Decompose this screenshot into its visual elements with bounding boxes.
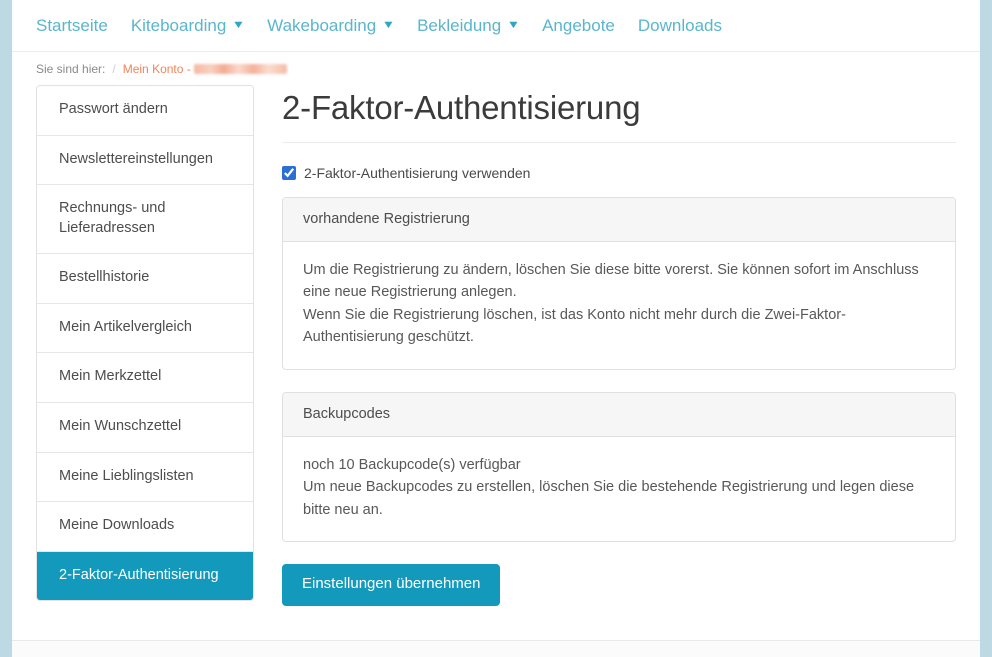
redacted-email xyxy=(193,64,287,74)
main-panel: 2-Faktor-Authentisierung 2-Faktor-Authen… xyxy=(254,85,956,640)
sidebar-item-passwort-aendern[interactable]: Passwort ändern xyxy=(37,86,253,136)
existing-registration-panel: vorhandene Registrierung Um die Registri… xyxy=(282,196,956,370)
panel-text-line: Wenn Sie die Registrierung löschen, ist … xyxy=(303,306,846,346)
sidebar-item-meine-lieblingslisten[interactable]: Meine Lieblingslisten xyxy=(37,452,253,503)
nav-item-label: Startseite xyxy=(36,16,108,35)
nav-item-label: Wakeboarding xyxy=(267,16,377,35)
sidebar-item-label: Mein Artikelvergleich xyxy=(59,318,192,335)
footer-divider xyxy=(12,639,980,657)
sidebar-item-label: Rechnungs- und Lieferadressen xyxy=(59,200,166,236)
panel-body: Um die Registrierung zu ändern, löschen … xyxy=(283,242,955,369)
panel-heading: Backupcodes xyxy=(283,392,955,437)
sidebar-item-rechnungs-und-lieferadressen[interactable]: Rechnungs- und Lieferadressen xyxy=(37,185,253,255)
sidebar-item-label: Meine Downloads xyxy=(59,517,175,534)
two-factor-toggle-row: 2-Faktor-Authentisierung verwenden xyxy=(282,165,956,181)
sidebar-item-label: Meine Lieblingslisten xyxy=(59,467,194,484)
sidebar-item-2-faktor-authentisierung[interactable]: 2-Faktor-Authentisierung xyxy=(37,551,253,601)
nav-item-label: Kiteboarding xyxy=(130,16,227,35)
panel-text-line: Um neue Backupcodes zu erstellen, lösche… xyxy=(303,479,915,518)
sidebar-item-mein-wunschzettel[interactable]: Mein Wunschzettel xyxy=(37,402,253,453)
sidebar-item-label: Bestellhistorie xyxy=(59,269,150,286)
panel-text-line: Um die Registrierung zu ändern, löschen … xyxy=(303,261,919,301)
sidebar-item-newslettereinstellungen[interactable]: Newslettereinstellungen xyxy=(37,135,253,186)
sidebar-item-meine-downloads[interactable]: Meine Downloads xyxy=(37,502,253,552)
nav-item-downloads[interactable]: Downloads xyxy=(638,17,722,34)
content-area: Passwort ändern Newslettereinstellungen … xyxy=(12,85,980,640)
breadcrumb: Sie sind hier: / Mein Konto - xyxy=(12,52,980,85)
sidebar-item-label: Mein Wunschzettel xyxy=(59,417,182,434)
account-sidebar: Passwort ändern Newslettereinstellungen … xyxy=(36,85,254,602)
sidebar-item-mein-merkzettel[interactable]: Mein Merkzettel xyxy=(37,353,253,403)
page-title: 2-Faktor-Authentisierung xyxy=(282,89,956,143)
panel-heading: vorhandene Registrierung xyxy=(283,197,955,242)
sidebar-item-label: Mein Merkzettel xyxy=(59,368,162,385)
chevron-down-icon: ▼ xyxy=(506,19,521,31)
page-container: Startseite Kiteboarding ▼ Wakeboarding ▼… xyxy=(12,0,980,657)
apply-settings-button[interactable]: Einstellungen übernehmen xyxy=(282,564,501,606)
use-two-factor-label[interactable]: 2-Faktor-Authentisierung verwenden xyxy=(304,165,530,181)
nav-item-bekleidung[interactable]: Bekleidung ▼ xyxy=(417,16,521,35)
breadcrumb-separator: / xyxy=(112,62,116,76)
nav-item-label: Bekleidung xyxy=(417,16,502,35)
backupcodes-panel: Backupcodes noch 10 Backupcode(s) verfüg… xyxy=(282,391,956,543)
panel-body: noch 10 Backupcode(s) verfügbar Um neue … xyxy=(283,437,955,541)
sidebar-item-label: Newslettereinstellungen xyxy=(59,150,213,167)
sidebar-item-label: Passwort ändern xyxy=(59,101,168,117)
use-two-factor-checkbox[interactable] xyxy=(282,165,296,180)
sidebar-item-bestellhistorie[interactable]: Bestellhistorie xyxy=(37,254,253,304)
nav-item-angebote[interactable]: Angebote xyxy=(542,17,615,34)
chevron-down-icon: ▼ xyxy=(381,19,396,31)
backupcodes-count-text: noch 10 Backupcode(s) verfügbar xyxy=(303,456,521,473)
nav-item-label: Downloads xyxy=(637,16,722,35)
nav-item-label: Angebote xyxy=(542,16,615,35)
submit-area: Einstellungen übernehmen xyxy=(282,564,956,640)
chevron-down-icon: ▼ xyxy=(231,19,246,31)
nav-item-startseite[interactable]: Startseite xyxy=(36,17,108,34)
sidebar-item-label: 2-Faktor-Authentisierung xyxy=(59,566,219,583)
nav-item-wakeboarding[interactable]: Wakeboarding ▼ xyxy=(267,16,396,35)
breadcrumb-account-link[interactable]: Mein Konto - xyxy=(123,62,191,76)
breadcrumb-prefix: Sie sind hier: xyxy=(36,62,106,76)
sidebar-item-mein-artikelvergleich[interactable]: Mein Artikelvergleich xyxy=(37,303,253,354)
nav-item-kiteboarding[interactable]: Kiteboarding ▼ xyxy=(130,16,246,35)
main-navigation: Startseite Kiteboarding ▼ Wakeboarding ▼… xyxy=(12,0,980,52)
